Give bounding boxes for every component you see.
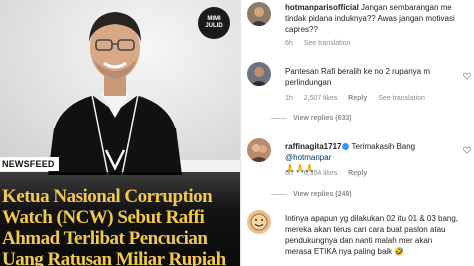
comment-time: 1h [285,95,293,102]
person-photo [48,12,182,175]
logo-text-line1: MIMI [207,16,221,22]
comment-username[interactable]: hotmanparisofficial [285,3,359,12]
view-replies-link[interactable]: View replies (248) [293,191,352,198]
headline-line: Uang Ratusan Miliar Rupiah [2,249,226,266]
see-translation-link[interactable]: See translation [304,40,351,47]
headline-block: Ketua Nasional Corruption Watch (NCW) Se… [0,172,240,266]
comment-time: 6h [285,170,293,177]
comment-body: Intinya apapun yg dilakukan 02 itu 01 & … [285,214,459,256]
avatar[interactable] [247,138,271,162]
headline-line: Watch (NCW) Sebut Raffi [2,207,205,228]
headline-line: Ahmad Terlibat Pencucian [2,228,208,249]
comment-body: Terimakasih Bang [351,142,416,151]
see-translation-link[interactable]: See translation [378,95,425,102]
comment-body: Pantesan Rafi beralih ke no 2 rupanya m … [285,67,430,87]
heart-outline-icon[interactable] [463,146,471,154]
comment-meta: 6h See translation [285,40,359,47]
comment-username[interactable]: raffinagita1717 [285,142,341,151]
comment-meta: 6h 6,354 likes Reply [285,170,376,177]
comment-time: 6h [285,40,293,47]
logo-text-line2: JULID [205,23,223,29]
avatar[interactable] [247,210,271,234]
comment-text: Intinya apapun yg dilakukan 02 itu 01 & … [285,213,459,257]
comments-panel: hotmanparisofficial Jangan sembarangan m… [240,0,474,266]
reply-button[interactable]: Reply [348,170,367,177]
reply-button[interactable]: Reply [348,95,367,102]
heart-outline-icon[interactable] [463,72,471,80]
verified-badge-icon [342,143,350,150]
headline-line: Ketua Nasional Corruption [2,186,213,207]
comment-likes[interactable]: 6,354 likes [304,170,337,177]
view-replies-link[interactable]: View replies (633) [293,115,352,122]
comment-likes[interactable]: 2,507 likes [304,95,337,102]
mimi-julid-logo: MIMI JULID [198,7,230,39]
newsfeed-badge: NEWSFEED [0,157,59,171]
comment-meta: 1h 2,507 likes Reply See translation [285,95,434,102]
avatar[interactable] [247,62,271,86]
comment-mention[interactable]: @hotmanpar [285,153,331,162]
avatar[interactable] [247,2,271,26]
comment-text: hotmanparisofficial Jangan sembarangan m… [285,2,459,35]
comment-text: Pantesan Rafi beralih ke no 2 rupanya m … [285,66,459,88]
news-card: MIMI JULID NEWSFEED Ketua Nasional Corru… [0,0,240,266]
